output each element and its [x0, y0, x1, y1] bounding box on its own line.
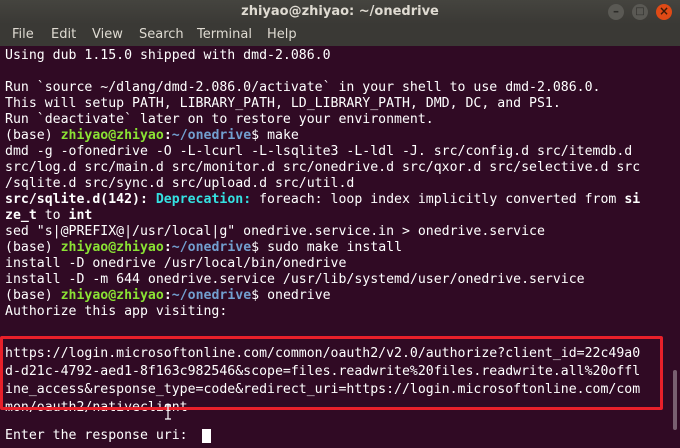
output-line: This will setup PATH, LIBRARY_PATH, LD_L…: [5, 96, 561, 111]
menu-bar: File Edit View Search Terminal Help: [0, 24, 680, 46]
deprecation-type-cont: ze_t: [5, 208, 37, 223]
prompt-path: ~/onedrive: [171, 288, 252, 303]
prompt-line: (base) zhiyao@zhiyao:~/onedrive$ sudo ma…: [5, 240, 402, 256]
output-line: Authorize this app visiting:: [5, 304, 228, 319]
url-highlight-box: [0, 336, 663, 410]
prompt-sep: :: [163, 288, 172, 303]
prompt-dollar: $: [251, 128, 260, 143]
maximize-icon[interactable]: □: [632, 4, 648, 20]
prompt-env: (base): [5, 128, 53, 143]
output-line: Run `source ~/dlang/dmd-2.086.0/activate…: [5, 80, 601, 95]
prompt-dollar: $: [251, 288, 260, 303]
text-cursor: [202, 429, 211, 443]
scrollbar-thumb[interactable]: [673, 370, 677, 430]
output-line: sed "s|@PREFIX@|/usr/local|g" onedrive.s…: [5, 224, 545, 239]
prompt-dollar: $: [251, 240, 260, 255]
output-line: Run `deactivate` later on to restore you…: [5, 112, 434, 127]
output-line: install -D onedrive /usr/local/bin/onedr…: [5, 256, 347, 271]
prompt-user: zhiyao@zhiyao: [60, 288, 164, 303]
window-title: zhiyao@zhiyao: ~/onedrive: [241, 4, 439, 19]
menu-help[interactable]: Help: [267, 27, 297, 42]
menu-search[interactable]: Search: [139, 27, 184, 42]
menu-file[interactable]: File: [12, 27, 34, 42]
menu-edit[interactable]: Edit: [51, 27, 76, 42]
close-icon[interactable]: ×: [656, 4, 672, 20]
prompt-sep: :: [163, 128, 172, 143]
prompt-line: (base) zhiyao@zhiyao:~/onedrive$ onedriv…: [5, 288, 331, 304]
deprecation-label: Deprecation:: [147, 192, 252, 207]
prompt-env: (base): [5, 288, 53, 303]
deprecation-file: src/sqlite.d(142):: [5, 192, 148, 207]
deprecation-to: to: [36, 208, 69, 223]
prompt-sep: :: [163, 240, 172, 255]
command-text: onedrive: [259, 288, 331, 303]
menu-terminal[interactable]: Terminal: [197, 27, 252, 42]
title-bar[interactable]: zhiyao@zhiyao: ~/onedrive – □ ×: [0, 0, 680, 24]
deprecation-type: si: [624, 192, 641, 207]
deprecation-message: foreach: loop index implicitly converted…: [251, 192, 625, 207]
prompt-user: zhiyao@zhiyao: [60, 240, 164, 255]
deprecation-int: int: [68, 208, 93, 223]
terminal-window: zhiyao@zhiyao: ~/onedrive – □ × File Edi…: [0, 0, 680, 448]
command-text: make: [259, 128, 299, 143]
text-cursor-icon: [165, 404, 171, 420]
prompt-path: ~/onedrive: [171, 240, 252, 255]
minimize-icon[interactable]: –: [608, 4, 624, 20]
command-text: sudo make install: [259, 240, 403, 255]
menu-view[interactable]: View: [92, 27, 123, 42]
response-uri-prompt[interactable]: Enter the response uri:: [5, 428, 196, 444]
output-line: install -D -m 644 onedrive.service /usr/…: [5, 272, 585, 287]
output-line: /sqlite.d src/sync.d src/upload.d src/ut…: [5, 176, 355, 191]
prompt-line: (base) zhiyao@zhiyao:~/onedrive$ make: [5, 128, 299, 144]
output-line: dmd -g -ofonedrive -O -L-lcurl -L-lsqlit…: [5, 144, 633, 159]
output-line: Using dub 1.15.0 shipped with dmd-2.086.…: [5, 48, 331, 63]
output-line: src/log.d src/main.d src/monitor.d src/o…: [5, 160, 641, 175]
prompt-user: zhiyao@zhiyao: [60, 128, 164, 143]
prompt-path: ~/onedrive: [171, 128, 252, 143]
deprecation-line: src/sqlite.d(142): Deprecation: foreach:…: [5, 192, 640, 208]
prompt-env: (base): [5, 240, 53, 255]
deprecation-line-cont: ze_t to int: [5, 208, 92, 224]
